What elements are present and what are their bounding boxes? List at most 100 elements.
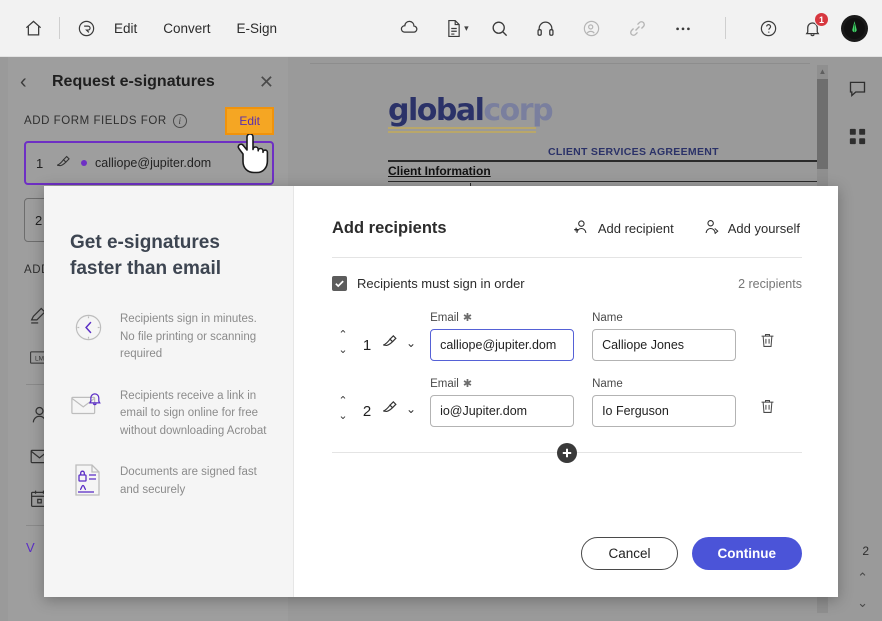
- recipient-1-delete-button[interactable]: [758, 331, 777, 361]
- sidebar-recipient-1[interactable]: 1 calliope@jupiter.dom: [24, 141, 274, 185]
- nav-left-group: Edit Convert E-Sign: [0, 13, 290, 43]
- link-icon[interactable]: [622, 13, 652, 43]
- email-label: Email ✱: [430, 311, 574, 325]
- chevron-up-icon[interactable]: ⌃: [338, 396, 347, 407]
- document-dropdown-caret[interactable]: ▾: [464, 23, 469, 34]
- cancel-button[interactable]: Cancel: [581, 537, 678, 570]
- chevron-down-icon[interactable]: ⌄: [338, 345, 347, 356]
- recipient-color-dot: [81, 160, 87, 166]
- scroll-up-arrow-icon[interactable]: ▲: [817, 65, 828, 78]
- required-marker: ✱: [462, 378, 473, 390]
- promo-feature-1-text: Recipients sign in minutes. No file prin…: [120, 313, 257, 361]
- recipients-header: Add recipients Add recipient Add yoursel…: [332, 218, 802, 239]
- add-form-fields-row: ADD FORM FIELDS FOR i Edit: [8, 107, 288, 135]
- add-recipient-label: Add recipient: [597, 221, 674, 236]
- search-icon[interactable]: [484, 13, 514, 43]
- promo-title-line1: Get e-signatures: [70, 232, 220, 253]
- signer-pen-icon: [380, 330, 400, 355]
- chevron-up-icon[interactable]: ⌃: [338, 330, 347, 341]
- help-circle-icon[interactable]: [753, 13, 783, 43]
- nav-center-group: ▾: [394, 13, 469, 43]
- document-rule-1: [388, 160, 828, 162]
- email-label-text: Email: [430, 377, 459, 390]
- role-chevron-down-icon[interactable]: ⌄: [406, 336, 416, 350]
- page-down-icon[interactable]: ⌄: [857, 595, 868, 611]
- nav-item-edit[interactable]: Edit: [101, 17, 150, 40]
- promo-feature-1: Recipients sign in minutes. No file prin…: [70, 309, 267, 363]
- promo-feature-2: Recipients receive a link in email to si…: [70, 386, 267, 440]
- email-label: Email ✱: [430, 377, 574, 391]
- apps-grid-icon[interactable]: [840, 119, 874, 153]
- cloud-icon[interactable]: [394, 13, 424, 43]
- home-icon[interactable]: [18, 13, 48, 43]
- document-scrollbar-thumb[interactable]: [817, 79, 828, 169]
- nav-right-group: 1: [484, 12, 882, 43]
- tools-icon[interactable]: [71, 13, 101, 43]
- avatar[interactable]: [841, 14, 868, 42]
- recipient-2-index: 2: [362, 403, 372, 420]
- recipient-count: 2 recipients: [738, 276, 802, 291]
- chevron-down-icon[interactable]: ⌄: [338, 411, 347, 422]
- recipient-1-role-selector[interactable]: ⌄: [380, 330, 416, 361]
- recipient-1-name-input[interactable]: [592, 329, 737, 361]
- sign-in-order-checkbox[interactable]: [332, 276, 347, 291]
- sign-in-order-label: Recipients must sign in order: [357, 276, 525, 291]
- plus-icon: [562, 448, 572, 458]
- nav-item-esign[interactable]: E-Sign: [224, 17, 291, 40]
- recipient-2-email-field: Email ✱: [430, 377, 575, 427]
- headphones-icon[interactable]: [530, 13, 560, 43]
- nav-item-convert[interactable]: Convert: [150, 17, 223, 40]
- application-window: Edit Convert E-Sign ▾ 1 ‹ Request e-sign…: [0, 0, 882, 621]
- info-icon[interactable]: i: [172, 114, 187, 128]
- recipient-2-email-input[interactable]: [430, 395, 575, 427]
- recipient-2-delete-button[interactable]: [758, 397, 777, 427]
- more-horizontal-icon[interactable]: [668, 13, 698, 43]
- recipient-1-email-input[interactable]: [430, 329, 575, 361]
- edit-button-label: Edit: [239, 114, 260, 128]
- sidebar-recipient-number: 1: [36, 155, 44, 171]
- add-yourself-button[interactable]: Add yourself: [702, 218, 800, 239]
- logo-text-secondary: corp: [483, 93, 553, 128]
- clock-icon: [70, 309, 106, 345]
- add-yourself-label: Add yourself: [727, 221, 800, 236]
- add-form-fields-label: ADD FORM FIELDS FOR: [24, 115, 167, 127]
- recipient-rows: ⌃ ⌄ 1 ⌄ Email ✱ calliope@jupiter.dom Nam…: [332, 311, 802, 427]
- document-header-title: CLIENT SERVICES AGREEMENT: [548, 146, 719, 158]
- promo-title: Get e-signatures faster than email: [70, 230, 267, 281]
- document-icon[interactable]: ▾: [446, 13, 469, 43]
- sidebar-recipient-email: calliope@jupiter.dom: [95, 156, 212, 170]
- continue-button[interactable]: Continue: [691, 537, 802, 570]
- comment-icon[interactable]: [840, 71, 874, 105]
- chevron-left-icon[interactable]: ‹: [20, 71, 42, 94]
- name-label: Name: [592, 378, 623, 390]
- right-toolbar: 2 ⌃ ⌄: [832, 57, 882, 621]
- add-recipient-row-button[interactable]: [557, 443, 577, 463]
- page-up-icon[interactable]: ⌃: [857, 570, 868, 586]
- recipient-2-role-selector[interactable]: ⌄: [380, 396, 416, 427]
- document-rule-2: [388, 181, 828, 182]
- add-recipients-dialog: Get e-signatures faster than email Recip…: [44, 186, 838, 597]
- dialog-title: Add recipients: [332, 219, 447, 237]
- notification-badge: 1: [814, 12, 829, 27]
- share-person-icon[interactable]: [576, 13, 606, 43]
- person-arrow-icon: [702, 218, 720, 239]
- page-number-indicator: 2: [862, 544, 869, 558]
- recipients-header-actions: Add recipient Add yourself: [572, 218, 800, 239]
- recipients-panel: Add recipients Add recipient Add yoursel…: [294, 186, 838, 597]
- required-marker: ✱: [462, 312, 473, 324]
- edit-button[interactable]: Edit: [225, 107, 274, 135]
- notifications-button[interactable]: 1: [799, 12, 829, 41]
- nav-separator-right: [725, 17, 726, 39]
- recipient-1-index: 1: [362, 337, 372, 354]
- close-icon[interactable]: ✕: [259, 72, 274, 93]
- role-chevron-down-icon[interactable]: ⌄: [406, 402, 416, 416]
- recipient-2-name-input[interactable]: [592, 395, 737, 427]
- recipient-2-name-field: Name: [592, 378, 737, 427]
- promo-title-line2: faster than email: [70, 257, 221, 279]
- nav-separator: [59, 17, 60, 39]
- add-recipient-row-area: [332, 443, 802, 463]
- recipient-row: ⌃ ⌄ 1 ⌄ Email ✱ calliope@jupiter.dom Nam…: [332, 311, 802, 361]
- recipient-2-order-spinner[interactable]: ⌃ ⌄: [332, 396, 354, 427]
- add-recipient-button[interactable]: Add recipient: [572, 218, 674, 239]
- recipient-1-order-spinner[interactable]: ⌃ ⌄: [332, 330, 354, 361]
